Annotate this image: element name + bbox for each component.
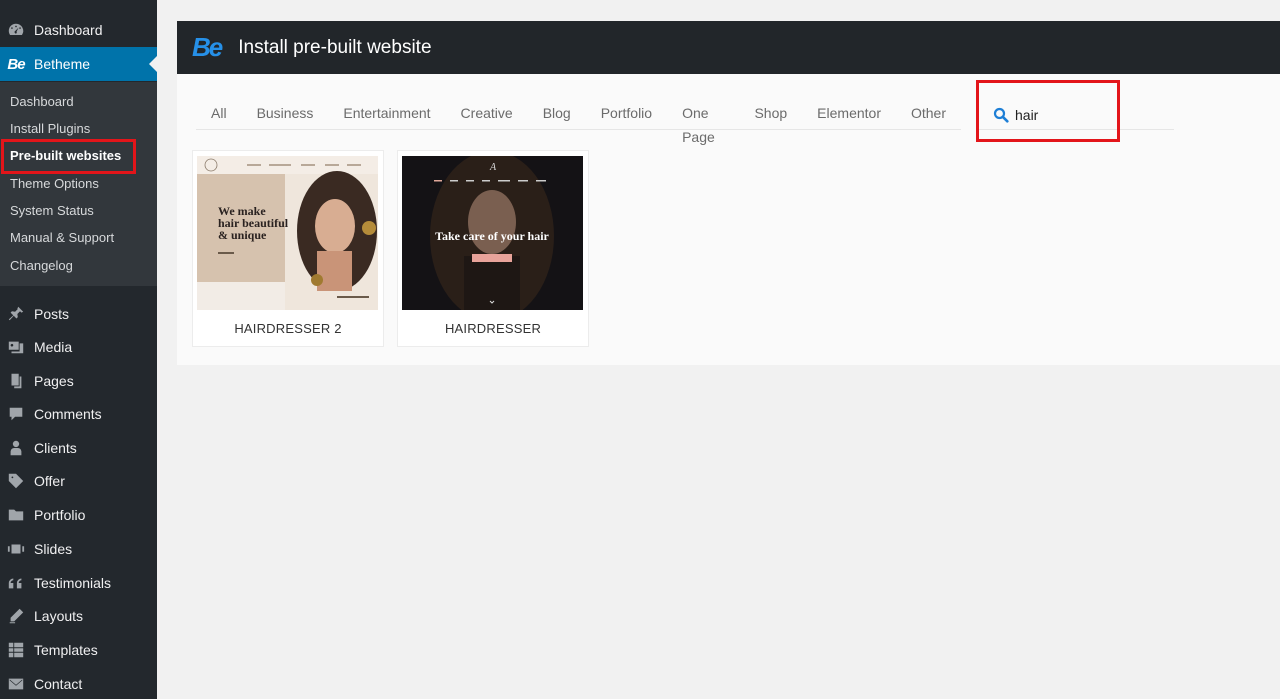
comment-icon: [7, 405, 25, 423]
sidebar-item-label: Betheme: [34, 56, 91, 72]
sidebar-item-templates[interactable]: Templates: [0, 633, 157, 667]
sidebar-item-label: Slides: [34, 541, 73, 557]
filter-creative[interactable]: Creative: [446, 101, 528, 125]
sidebar-item-media[interactable]: Media: [0, 330, 157, 364]
sidebar-item-label: Portfolio: [34, 507, 86, 523]
submenu-item-manual-support[interactable]: Manual & Support: [10, 228, 114, 248]
sidebar-item-label: Pages: [34, 373, 74, 389]
admin-sidebar: Dashboard Be Betheme Dashboard Install P…: [0, 0, 157, 699]
panel-header: Be Install pre-built website: [177, 21, 1280, 74]
website-card-name: HAIRDRESSER 2: [234, 321, 342, 336]
sidebar-item-clients[interactable]: Clients: [0, 431, 157, 465]
sidebar-item-contact[interactable]: Contact: [0, 667, 157, 699]
hairdresser-2-preview-image: We make hair beautiful & unique: [197, 156, 378, 310]
highlight-box: [1, 139, 136, 174]
filter-all[interactable]: All: [196, 101, 242, 125]
sidebar-item-testimonials[interactable]: Testimonials: [0, 566, 157, 600]
svg-text:Take care of your hair: Take care of your hair: [435, 229, 549, 243]
sidebar-item-label: Dashboard: [34, 22, 103, 38]
media-icon: [7, 338, 25, 356]
submenu-item-system-status[interactable]: System Status: [10, 201, 94, 221]
filter-business[interactable]: Business: [242, 101, 329, 125]
tag-icon: [7, 472, 25, 490]
pages-icon: [7, 372, 25, 390]
sidebar-item-pages[interactable]: Pages: [0, 364, 157, 398]
sidebar-item-label: Testimonials: [34, 575, 112, 591]
hairdresser-preview-image: A Take care of your hair: [402, 156, 583, 310]
sidebar-item-label: Layouts: [34, 608, 84, 624]
filter-one-page[interactable]: One Page: [667, 101, 739, 145]
dashboard-icon: [7, 21, 25, 39]
submenu-item-theme-options[interactable]: Theme Options: [10, 174, 99, 194]
sidebar-item-layouts[interactable]: Layouts: [0, 599, 157, 633]
quote-icon: [7, 574, 25, 592]
sidebar-item-label: Media: [34, 339, 73, 355]
sidebar-item-label: Clients: [34, 440, 77, 456]
website-card-name: HAIRDRESSER: [444, 321, 542, 336]
grid-icon: [7, 641, 25, 659]
betheme-submenu: Dashboard Install Plugins Pre-built webs…: [0, 82, 157, 286]
page-title: Install pre-built website: [238, 36, 432, 58]
filter-shop[interactable]: Shop: [739, 101, 802, 125]
category-filters: All Business Entertainment Creative Blog…: [196, 101, 961, 145]
mail-icon: [7, 675, 25, 693]
filter-other[interactable]: Other: [896, 101, 961, 125]
website-card[interactable]: We make hair beautiful & unique HAIRDRES…: [192, 150, 384, 347]
slides-icon: [7, 540, 25, 558]
betheme-logo-icon: Be: [7, 55, 25, 73]
website-thumbnail[interactable]: We make hair beautiful & unique: [197, 156, 378, 310]
filter-blog[interactable]: Blog: [528, 101, 586, 125]
sidebar-item-slides[interactable]: Slides: [0, 532, 157, 566]
submenu-item-changelog[interactable]: Changelog: [10, 256, 73, 276]
website-card[interactable]: A Take care of your hair HAIRDRESSER: [397, 150, 589, 347]
sidebar-item-label: Posts: [34, 306, 70, 322]
website-thumbnail[interactable]: A Take care of your hair: [402, 156, 583, 310]
folder-icon: [7, 506, 25, 524]
search-highlight-box: [976, 80, 1120, 142]
submenu-item-dashboard[interactable]: Dashboard: [10, 92, 74, 112]
filter-portfolio[interactable]: Portfolio: [586, 101, 667, 125]
sidebar-item-label: Comments: [34, 406, 102, 422]
active-arrow: [149, 56, 157, 72]
svg-text:A: A: [489, 162, 497, 173]
svg-text:& unique: & unique: [218, 228, 267, 242]
submenu-item-install-plugins[interactable]: Install Plugins: [10, 119, 90, 139]
pencil-icon: [7, 607, 25, 625]
betheme-logo: Be: [192, 32, 223, 62]
sidebar-item-comments[interactable]: Comments: [0, 397, 157, 431]
filter-entertainment[interactable]: Entertainment: [328, 101, 445, 125]
sidebar-item-posts[interactable]: Posts: [0, 297, 157, 331]
sidebar-item-label: Templates: [34, 642, 98, 658]
sidebar-item-betheme[interactable]: Be Betheme: [0, 47, 157, 81]
sidebar-item-dashboard[interactable]: Dashboard: [0, 13, 157, 47]
sidebar-item-label: Offer: [34, 473, 65, 489]
user-icon: [7, 439, 25, 457]
sidebar-item-portfolio[interactable]: Portfolio: [0, 498, 157, 532]
sidebar-item-label: Contact: [34, 676, 83, 692]
prebuilt-websites-panel: Be Install pre-built website All Busines…: [177, 21, 1280, 365]
filter-elementor[interactable]: Elementor: [802, 101, 896, 125]
pin-icon: [7, 305, 25, 323]
sidebar-item-offer[interactable]: Offer: [0, 464, 157, 498]
